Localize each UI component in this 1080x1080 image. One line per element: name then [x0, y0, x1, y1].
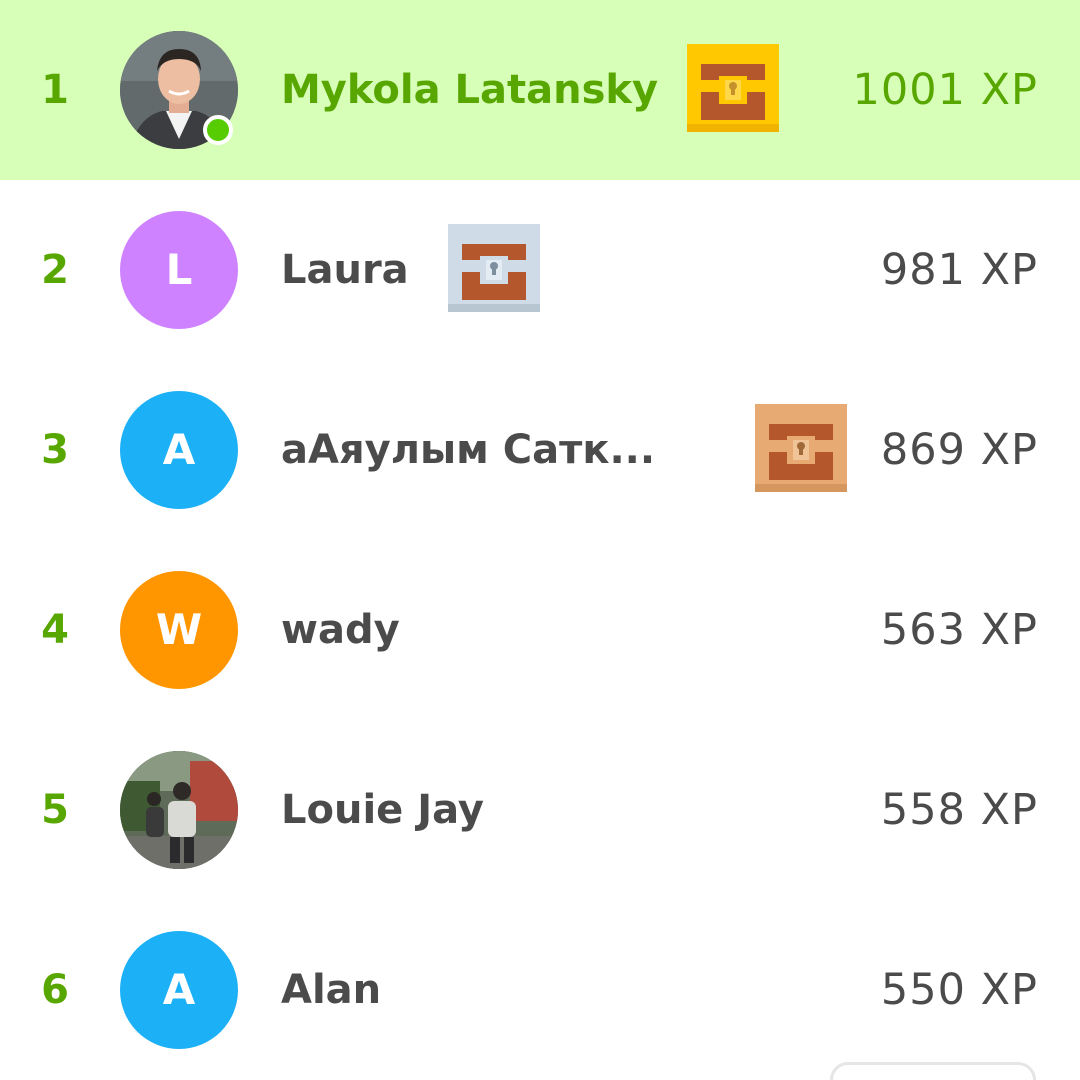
- xp-value: 981 XP: [880, 245, 1038, 295]
- user-name[interactable]: аАяулым Сатк...: [281, 427, 655, 473]
- leaderboard-row-3[interactable]: 3 A аАяулым Сатк... 869 XP: [0, 360, 1080, 540]
- user-name[interactable]: wady: [281, 607, 400, 653]
- avatar[interactable]: [120, 751, 238, 869]
- rank-number: 3: [41, 427, 69, 473]
- leaderboard-row-4[interactable]: 4 W wady 563 XP: [0, 540, 1080, 720]
- avatar[interactable]: A: [120, 931, 238, 1049]
- user-photo-icon: [120, 751, 238, 869]
- xp-value: 869 XP: [880, 425, 1038, 475]
- xp-value: 550 XP: [880, 965, 1038, 1015]
- user-name[interactable]: Mykola Latansky: [281, 67, 658, 113]
- xp-value: 558 XP: [880, 785, 1038, 835]
- rank-number: 1: [41, 67, 69, 113]
- leaderboard-row-6[interactable]: 6 A Alan 550 XP: [0, 900, 1080, 1080]
- gold-chest-icon: [687, 44, 779, 132]
- user-name[interactable]: Alan: [281, 967, 381, 1013]
- leaderboard: 1 Mykola Latansky 1001 XP 2 L Laura 981 …: [0, 0, 1080, 1080]
- leaderboard-row-1[interactable]: 1 Mykola Latansky 1001 XP: [0, 0, 1080, 180]
- rank-number: 6: [41, 967, 69, 1013]
- avatar[interactable]: A: [120, 391, 238, 509]
- xp-value: 1001 XP: [852, 65, 1038, 115]
- user-name[interactable]: Laura: [281, 247, 409, 293]
- leaderboard-row-5[interactable]: 5 Louie Jay 558 XP: [0, 720, 1080, 900]
- online-status-dot: [203, 115, 233, 145]
- bronze-chest-icon: [755, 404, 847, 492]
- rank-number: 4: [41, 607, 69, 653]
- rank-number: 5: [41, 787, 69, 833]
- silver-chest-icon: [448, 224, 540, 312]
- rank-number: 2: [41, 247, 69, 293]
- xp-value: 563 XP: [880, 605, 1038, 655]
- floating-button[interactable]: [830, 1062, 1036, 1080]
- avatar[interactable]: L: [120, 211, 238, 329]
- avatar[interactable]: W: [120, 571, 238, 689]
- leaderboard-row-2[interactable]: 2 L Laura 981 XP: [0, 180, 1080, 360]
- user-name[interactable]: Louie Jay: [281, 787, 484, 833]
